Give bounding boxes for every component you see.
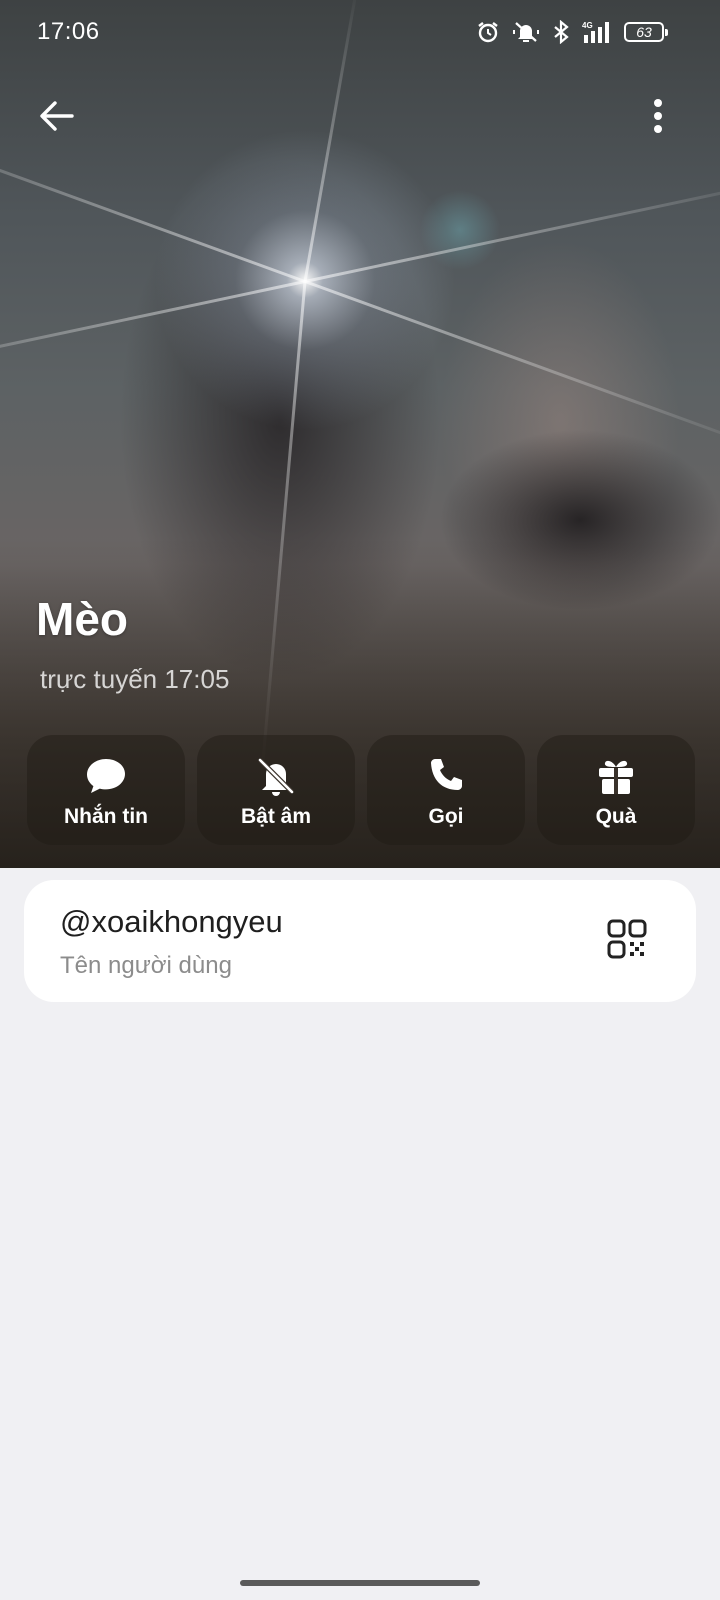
action-bar: Nhắn tin Bật âm Gọi Quà: [27, 735, 695, 845]
bluetooth-icon: [552, 20, 570, 44]
qr-code-icon: [607, 919, 647, 964]
battery-icon: 63: [624, 22, 668, 42]
call-button[interactable]: Gọi: [367, 735, 525, 845]
username-card[interactable]: @xoaikhongyeu Tên người dùng: [24, 880, 696, 1002]
more-vertical-icon: [653, 98, 663, 138]
action-label: Nhắn tin: [64, 805, 148, 828]
username: @xoaikhongyeu: [60, 904, 283, 939]
home-indicator[interactable]: [240, 1580, 480, 1586]
action-label: Quà: [595, 805, 637, 828]
status-bar: 17:06 4G 63: [0, 0, 720, 64]
profile-name: Mèo: [36, 593, 128, 645]
status-icons: 4G 63: [476, 18, 668, 46]
username-caption: Tên người dùng: [60, 952, 232, 979]
bell-off-icon: [257, 755, 295, 797]
gift-icon: [597, 755, 635, 797]
signal-4g-icon: 4G: [582, 20, 612, 44]
action-label: Gọi: [428, 805, 464, 828]
unmute-button[interactable]: Bật âm: [197, 735, 355, 845]
gift-button[interactable]: Quà: [537, 735, 695, 845]
svg-text:4G: 4G: [582, 21, 593, 30]
qr-code-button[interactable]: [602, 916, 652, 966]
chat-bubble-icon: [86, 755, 126, 797]
profile-status: trực tuyến 17:05: [40, 664, 230, 694]
alarm-icon: [476, 20, 500, 44]
phone-icon: [427, 755, 465, 797]
more-options-button[interactable]: [638, 96, 678, 140]
arrow-left-icon: [38, 100, 74, 137]
back-button[interactable]: [34, 96, 78, 140]
action-label: Bật âm: [240, 805, 312, 828]
vibrate-off-icon: [512, 20, 540, 44]
status-time: 17:06: [37, 18, 100, 45]
message-button[interactable]: Nhắn tin: [27, 735, 185, 845]
